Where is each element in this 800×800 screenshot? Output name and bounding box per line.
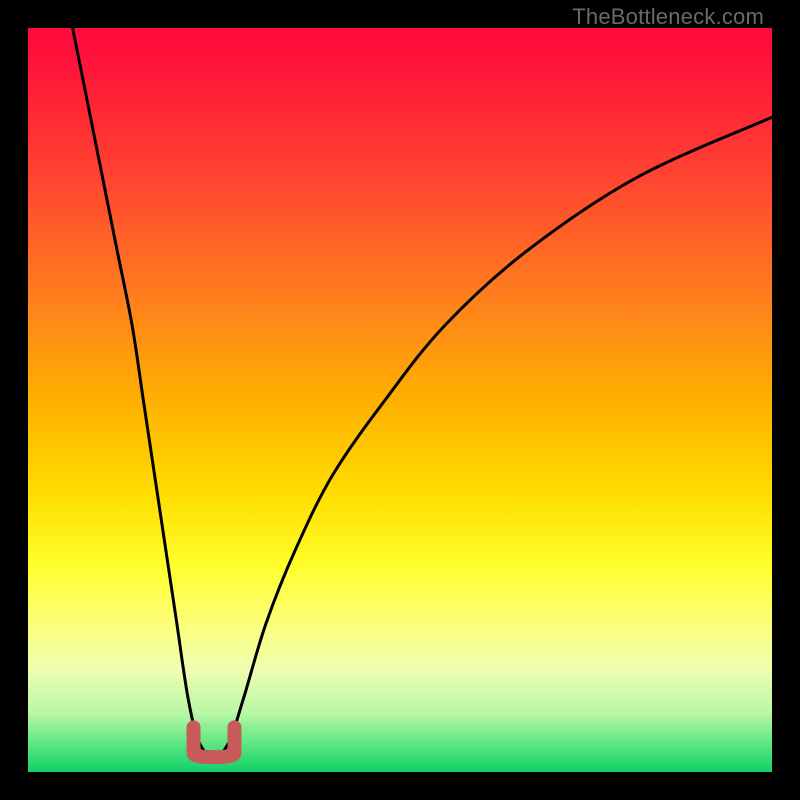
watermark-text: TheBottleneck.com xyxy=(572,4,764,30)
plot-area xyxy=(28,28,772,772)
bottleneck-curve-chart xyxy=(28,28,772,772)
gradient-background xyxy=(28,28,772,772)
chart-frame: TheBottleneck.com xyxy=(0,0,800,800)
